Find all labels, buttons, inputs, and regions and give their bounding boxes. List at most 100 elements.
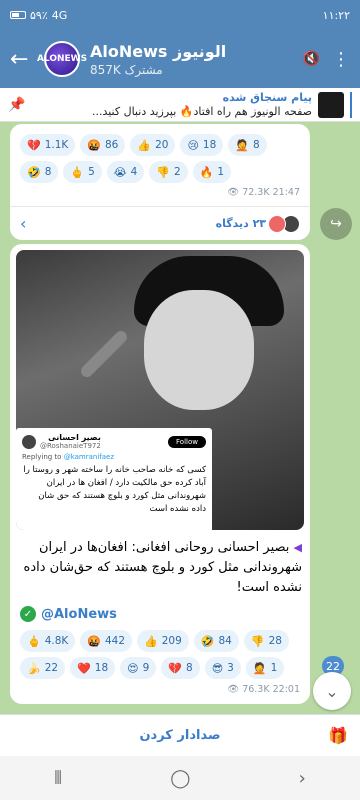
verified-check-icon: ✓	[20, 606, 36, 622]
reaction-count: 209	[161, 635, 182, 647]
reaction-chip[interactable]: 🤬 442	[80, 630, 133, 652]
eye-icon: 👁	[227, 684, 240, 695]
reaction-emoji: 👍	[144, 634, 158, 648]
chevron-down-icon: ⌄	[325, 681, 339, 701]
reaction-chip[interactable]: 😢 18	[180, 134, 224, 156]
photo-subject-face	[144, 290, 254, 410]
reaction-chip[interactable]: 🤦 1	[245, 657, 285, 679]
status-bar: ۵۹٪ 4G ۱۱:۲۲	[0, 0, 360, 30]
pin-list-icon[interactable]: 📌	[8, 97, 25, 113]
reaction-chip[interactable]: 😭 4	[106, 161, 145, 183]
reaction-count: 442	[105, 635, 126, 647]
pinned-text: پیام سنجاق شده صفحه الونیوز هم راه افتاد…	[31, 91, 312, 119]
reaction-count: 5	[88, 166, 95, 178]
reaction-chip[interactable]: 🤣 8	[20, 161, 59, 183]
channel-avatar[interactable]: ALONEWS	[37, 41, 87, 77]
post-caption: ◀ بصیر احسانی روحانی افغانی: افغان‌ها در…	[18, 538, 302, 598]
scroll-down-button[interactable]: ⌄	[313, 672, 351, 710]
channel-title: AloNews الونیوز	[90, 41, 227, 61]
reaction-emoji: 👎	[156, 165, 171, 179]
reaction-chip[interactable]: 💔 8	[161, 657, 200, 679]
reaction-emoji: ❤️	[77, 661, 91, 675]
message-meta: 👁 76.3K 22:01	[227, 684, 310, 695]
reaction-chip[interactable]: 👎 2	[149, 161, 188, 183]
reaction-chip[interactable]: 😍 9	[120, 657, 157, 679]
battery-level: ۵۹٪	[30, 8, 48, 22]
pinned-body: صفحه الونیوز هم راه افتاد🔥 بپرزید دنبال …	[91, 104, 312, 118]
reaction-emoji: 🤬	[87, 634, 101, 648]
pinned-message-bar[interactable]: پیام سنجاق شده صفحه الونیوز هم راه افتاد…	[0, 88, 360, 122]
reaction-emoji: 🍌	[27, 661, 41, 675]
channel-title-block[interactable]: AloNews الونیوز 857K مشترک	[90, 42, 303, 77]
reaction-chip[interactable]: 🖕 5	[63, 161, 102, 183]
reaction-chip[interactable]: 🤦 8	[228, 134, 267, 156]
reaction-emoji: 🤣	[27, 165, 41, 179]
reaction-count: 2	[174, 166, 181, 178]
subscriber-count: 857K مشترک	[90, 62, 163, 77]
reaction-chip[interactable]: 🤣 84	[193, 630, 239, 652]
eye-icon: 👁	[227, 187, 240, 198]
reaction-emoji: 🤣	[200, 634, 215, 648]
reaction-count: 4	[130, 166, 138, 178]
tweet-replying-to: Replying to @kamranifaez	[22, 453, 206, 461]
gift-icon[interactable]: 🎁	[328, 726, 348, 745]
reaction-emoji: 🤬	[87, 138, 101, 152]
back-icon[interactable]: ›	[299, 768, 306, 789]
reaction-chip[interactable]: 🖕 4.8K	[20, 630, 76, 652]
network-type: 4G	[51, 8, 68, 22]
home-icon[interactable]: ◯	[170, 768, 190, 789]
post-photo[interactable]: بصیر احسانی @RoshanaieT972 Follow Replyi…	[16, 250, 304, 530]
comments-bar[interactable]: ۲۳ دیدگاه ›	[10, 206, 310, 240]
reaction-emoji: 👍	[137, 138, 152, 152]
reaction-chip[interactable]: 💔 1.1K	[20, 134, 76, 156]
reaction-chip[interactable]: 🍌 22	[20, 657, 66, 679]
recent-apps-icon[interactable]: ⦀	[54, 768, 62, 789]
reaction-emoji: 😎	[211, 661, 224, 675]
tweet-name: بصیر احسانی	[48, 433, 101, 442]
tweet-author: بصیر احسانی @RoshanaieT972	[22, 433, 101, 450]
reaction-emoji: 😢	[187, 138, 199, 152]
reaction-emoji: 🔥	[199, 165, 214, 179]
replying-handle: @kamranifaez	[63, 453, 115, 461]
reaction-count: 20	[155, 139, 169, 151]
message-meta: 👁 72.3K 21:47	[10, 183, 310, 198]
reaction-chip[interactable]: 👍 209	[137, 630, 189, 652]
channel-handle[interactable]: @AloNews	[41, 607, 117, 622]
system-nav-bar: ⦀ ◯ ›	[0, 756, 360, 800]
replying-label: Replying to	[22, 453, 62, 461]
reaction-count: 1	[217, 166, 225, 178]
reaction-count: 18	[94, 662, 109, 674]
reaction-emoji: 🤦	[235, 138, 249, 152]
reaction-count: 22	[44, 662, 59, 674]
more-menu-icon[interactable]: ⋮	[332, 49, 350, 70]
clock: ۱۱:۲۲	[322, 8, 350, 22]
bullet-triangle-icon: ◀	[293, 541, 302, 554]
channel-handle-row[interactable]: ✓ @AloNews	[20, 606, 117, 622]
reaction-chip[interactable]: ❤️ 18	[70, 657, 116, 679]
tweet-avatar	[22, 434, 36, 449]
reaction-count: 8	[186, 662, 193, 674]
follow-button: Follow	[168, 435, 206, 448]
reaction-chip[interactable]: 👎 28	[243, 630, 289, 652]
reaction-chip[interactable]: 🤬 86	[80, 134, 126, 156]
unmute-button[interactable]: صدادار کردن	[139, 728, 220, 743]
reaction-count: 8	[44, 166, 52, 178]
reaction-emoji: 🤦	[252, 661, 267, 675]
reaction-count: 28	[268, 635, 282, 647]
reaction-emoji: 👎	[250, 634, 265, 648]
share-button[interactable]: ↪	[320, 208, 352, 240]
pinned-title: پیام سنجاق شده	[222, 90, 312, 104]
chat-header: ← ALONEWS AloNews الونیوز 857K مشترک 🔇 ⋮	[0, 30, 360, 88]
reaction-count: 1.1K	[44, 139, 69, 151]
reaction-chip[interactable]: 🔥 1	[192, 161, 232, 183]
pinned-indicator	[350, 91, 352, 118]
message-bubble-previous: 💔 1.1K 🤬 86 👍 20 😢 18 🤦 8 🤣 8 🖕 5 😭 4 👎 2 🔥 1 👁 72.3K 21:47…	[10, 124, 310, 240]
reaction-count: 9	[142, 662, 150, 674]
reaction-emoji: 💔	[168, 661, 183, 675]
message-time: 21:47	[272, 187, 300, 198]
tweet-handle: @RoshanaieT972	[40, 442, 101, 450]
view-count: 76.3K	[242, 684, 270, 695]
reaction-chip[interactable]: 👍 20	[130, 134, 176, 156]
status-indicators: ۵۹٪ 4G	[10, 9, 67, 22]
reaction-chip[interactable]: 😎 3	[204, 657, 241, 679]
